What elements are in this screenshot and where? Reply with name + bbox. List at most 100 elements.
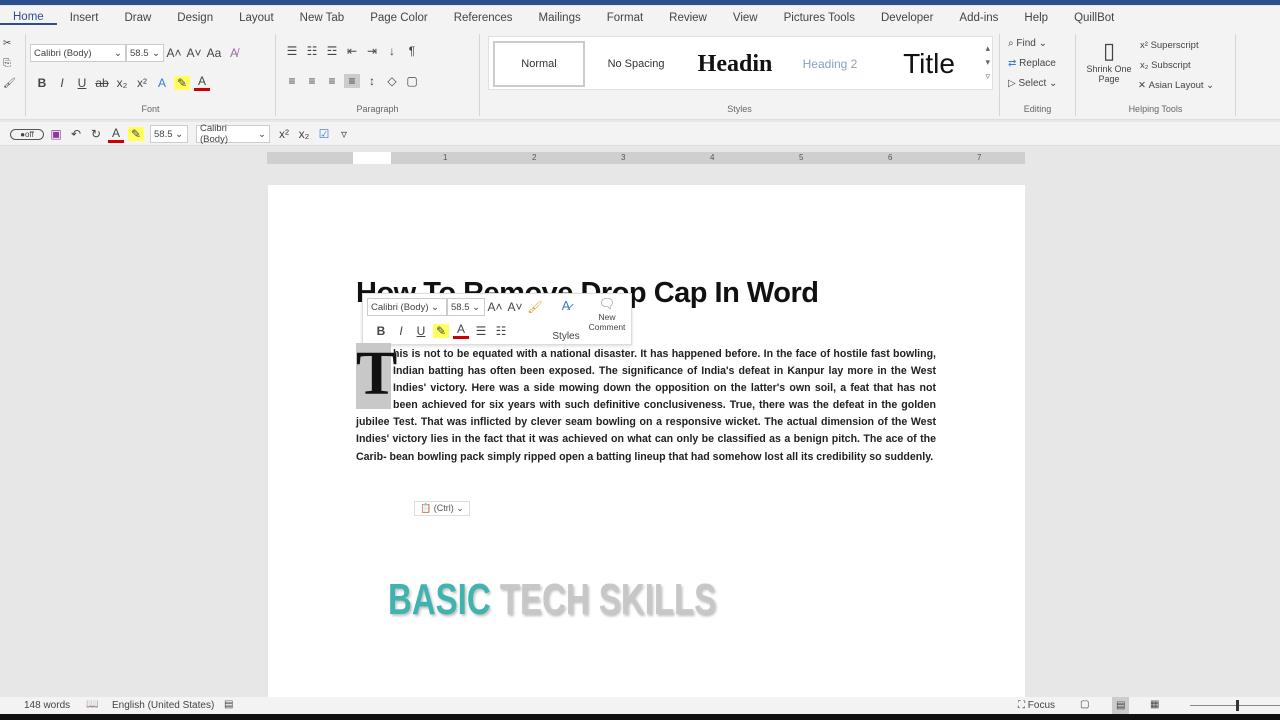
document-page[interactable]: How To Remove Drop Cap In Word Calibri (…	[268, 185, 1025, 697]
font-size-dropdown[interactable]: 58.5 ⌄	[126, 44, 164, 62]
redo-icon[interactable]: ↻	[88, 127, 104, 141]
highlight-icon[interactable]: ✎	[128, 127, 144, 141]
tab-format[interactable]: Format	[594, 12, 656, 24]
tab-layout[interactable]: Layout	[226, 12, 287, 24]
increase-indent-icon[interactable]: ⇥	[364, 44, 380, 58]
accessibility-icon[interactable]: ▤	[224, 699, 233, 710]
grow-font-icon[interactable]: A˄	[166, 46, 182, 60]
highlight-icon[interactable]: ✎	[174, 75, 190, 90]
asian-layout-button[interactable]: ✕ Asian Layout ⌄	[1138, 80, 1214, 91]
new-comment-button[interactable]: 🗨 New Comment	[585, 296, 629, 344]
grow-font-icon[interactable]: A˄	[487, 300, 503, 314]
cut-icon[interactable]: ✂	[3, 38, 11, 49]
font-color-icon[interactable]: A	[453, 322, 469, 339]
copy-icon[interactable]: ⎘	[3, 58, 11, 69]
bullets-icon[interactable]: ☰	[473, 324, 489, 338]
mini-size-dropdown[interactable]: 58.5 ⌄	[447, 298, 485, 316]
styles-scroll[interactable]: ▴ ▾ ▿	[985, 41, 990, 83]
tab-mailings[interactable]: Mailings	[526, 12, 594, 24]
underline-icon[interactable]: U	[74, 76, 90, 90]
format-painter-icon[interactable]: 🖌	[3, 78, 16, 89]
paste-options-button[interactable]: 📋 (Ctrl) ⌄	[414, 501, 470, 516]
tab-page-color[interactable]: Page Color	[357, 12, 441, 24]
underline-icon[interactable]: U	[413, 324, 429, 338]
checkbox-icon[interactable]: ☑	[316, 127, 332, 141]
clear-formatting-icon[interactable]: A̸	[226, 46, 242, 60]
font-color-icon[interactable]: A	[194, 74, 210, 91]
qat-font-size[interactable]: 58.5 ⌄	[150, 125, 188, 143]
style-heading-2[interactable]: Heading 2	[789, 41, 871, 87]
italic-icon[interactable]: I	[54, 76, 70, 90]
find-button[interactable]: ⌕ Find ⌄	[1008, 38, 1047, 49]
autosave-toggle[interactable]: ●off	[10, 128, 44, 140]
qat-font-name[interactable]: Calibri (Body) ⌄	[196, 123, 270, 145]
show-marks-icon[interactable]: ¶	[404, 44, 420, 58]
bold-icon[interactable]: B	[373, 324, 389, 338]
tab-help[interactable]: Help	[1011, 12, 1061, 24]
tab-new-tab[interactable]: New Tab	[287, 12, 358, 24]
tab-references[interactable]: References	[441, 12, 526, 24]
styles-button[interactable]: A̷ Styles	[549, 298, 583, 342]
horizontal-ruler[interactable]: 1 2 3 4 5 6 7	[267, 152, 1025, 164]
subscript-button[interactable]: x₂ Subscript	[1140, 60, 1191, 71]
zoom-slider[interactable]	[1190, 700, 1280, 711]
numbering-icon[interactable]: ☷	[304, 44, 320, 58]
style-heading-1[interactable]: Headin	[683, 41, 787, 87]
multilevel-list-icon[interactable]: ☲	[324, 44, 340, 58]
save-icon[interactable]: ▣	[48, 127, 64, 141]
font-name-dropdown[interactable]: Calibri (Body) ⌄	[30, 44, 126, 62]
word-count[interactable]: 148 words	[24, 700, 70, 711]
tab-review[interactable]: Review	[656, 12, 720, 24]
subscript-icon[interactable]: x₂	[114, 76, 130, 90]
replace-button[interactable]: ⇄ Replace	[1008, 58, 1056, 69]
tab-insert[interactable]: Insert	[57, 12, 112, 24]
shrink-font-icon[interactable]: A˅	[507, 300, 523, 314]
body-paragraph[interactable]: This is not to be equated with a nationa…	[356, 343, 936, 466]
tab-home[interactable]: Home	[0, 11, 57, 25]
align-right-icon[interactable]: ≡	[324, 74, 340, 88]
tab-draw[interactable]: Draw	[111, 12, 164, 24]
language-status[interactable]: English (United States)	[112, 700, 214, 711]
tab-developer[interactable]: Developer	[868, 12, 946, 24]
focus-button[interactable]: ⛶ Focus	[1018, 700, 1055, 711]
italic-icon[interactable]: I	[393, 324, 409, 338]
font-color-icon[interactable]: A	[108, 126, 124, 143]
format-painter-icon[interactable]: 🖌	[527, 300, 543, 314]
web-layout-icon[interactable]: ▦	[1150, 699, 1159, 710]
borders-icon[interactable]: ▢	[404, 74, 420, 88]
align-center-icon[interactable]: ≡	[304, 74, 320, 88]
tab-pictures-tools[interactable]: Pictures Tools	[771, 12, 868, 24]
bold-icon[interactable]: B	[34, 76, 50, 90]
undo-icon[interactable]: ↶	[68, 127, 84, 141]
style-title[interactable]: Title	[877, 41, 981, 87]
align-left-icon[interactable]: ≡	[284, 74, 300, 88]
superscript-icon[interactable]: x²	[134, 76, 150, 90]
subscript-icon[interactable]: x₂	[296, 127, 312, 141]
strikethrough-icon[interactable]: ab	[94, 76, 110, 90]
select-button[interactable]: ▷ Select ⌄	[1008, 78, 1057, 89]
tab-view[interactable]: View	[720, 12, 771, 24]
justify-icon[interactable]: ≡	[344, 74, 360, 88]
highlight-icon[interactable]: ✎	[433, 323, 449, 338]
sort-icon[interactable]: ↓	[384, 44, 400, 58]
change-case-icon[interactable]: Aa	[206, 46, 222, 60]
read-mode-icon[interactable]: ▢	[1080, 699, 1089, 710]
decrease-indent-icon[interactable]: ⇤	[344, 44, 360, 58]
superscript-button[interactable]: x² Superscript	[1140, 40, 1199, 51]
tab-design[interactable]: Design	[164, 12, 226, 24]
tab-add-ins[interactable]: Add-ins	[946, 12, 1011, 24]
print-layout-icon[interactable]: ▤	[1112, 697, 1130, 714]
bullets-icon[interactable]: ☰	[284, 44, 300, 58]
superscript-icon[interactable]: x²	[276, 127, 292, 141]
tab-quillbot[interactable]: QuillBot	[1061, 12, 1127, 24]
shrink-one-page-button[interactable]: ▯ Shrink One Page	[1084, 38, 1134, 84]
shading-icon[interactable]: ◇	[384, 74, 400, 88]
proofing-icon[interactable]: 📖	[86, 699, 98, 710]
text-effects-icon[interactable]: A	[154, 76, 170, 90]
line-spacing-icon[interactable]: ↕	[364, 74, 380, 88]
mini-font-dropdown[interactable]: Calibri (Body) ⌄	[367, 298, 447, 316]
zoom-slider-thumb[interactable]	[1236, 700, 1239, 711]
style-no-spacing[interactable]: No Spacing	[593, 41, 679, 87]
customize-qat-icon[interactable]: ▿	[336, 127, 352, 141]
drop-cap[interactable]: T	[356, 343, 397, 409]
